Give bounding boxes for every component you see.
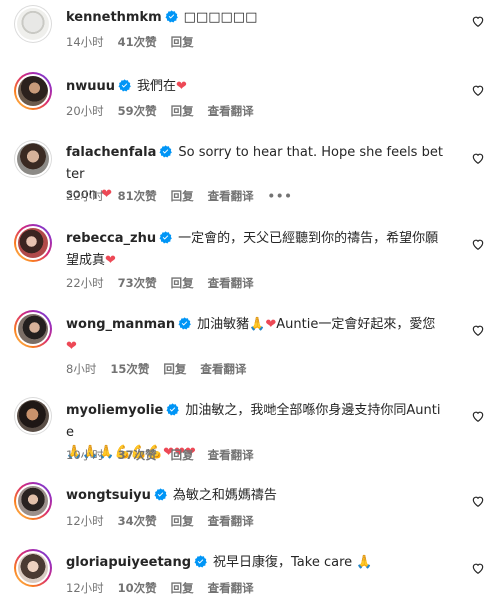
comment-time: 22小时 [66,189,104,203]
heart-outline-icon[interactable] [471,494,485,508]
heart-outline-icon[interactable] [471,151,485,165]
reply-button[interactable]: 回复 [163,362,186,376]
comment-time: 12小时 [66,581,104,595]
reply-button[interactable]: 回复 [171,104,194,118]
avatar-image [18,76,48,106]
heart-outline-icon[interactable] [471,83,485,97]
avatar-image [17,8,49,40]
reply-button[interactable]: 回复 [171,581,194,595]
avatar[interactable] [14,5,52,43]
pray-emoji: 🙏 [356,555,373,570]
mending-heart-emoji: ❤ [265,317,277,332]
comment-text-continued: 望成真 [66,253,106,268]
comment-time: 22小时 [66,276,104,290]
comment-time: 14小时 [66,35,104,49]
comment-username[interactable]: wong_manman [66,317,175,332]
comment-username[interactable]: falachenfala [66,145,156,160]
see-translation-button[interactable]: 查看翻译 [208,448,254,462]
verified-badge-icon [166,403,180,423]
avatar-image [17,143,49,175]
reply-button[interactable]: 回复 [171,35,194,49]
avatar-image [18,553,48,583]
see-translation-button[interactable]: 查看翻译 [208,189,254,203]
heart-outline-icon[interactable] [471,561,485,575]
comment-likes[interactable]: 15次赞 [110,362,149,376]
comment-username[interactable]: rebecca_zhu [66,231,156,246]
comment-time: 8小时 [66,362,97,376]
avatar[interactable] [14,549,52,587]
avatar[interactable] [14,397,52,435]
avatar-image [18,486,48,516]
comment-text: 祝早日康復，Take care [213,555,353,570]
see-translation-button[interactable]: 查看翻译 [208,276,254,290]
comment-text-part-b: Auntie一定會好起來，愛您 [276,317,436,332]
reply-button[interactable]: 回复 [171,189,194,203]
comment-time: 12小时 [66,514,104,528]
avatar[interactable] [14,72,52,110]
comment-list: kennethmkm □□□□□□ 14小时 41次赞 回复 nwuuu 我們在❤ 20… [0,0,496,615]
verified-badge-icon [154,488,167,508]
comment-likes[interactable]: 81次赞 [118,189,157,203]
see-translation-button[interactable]: 查看翻译 [208,514,254,528]
verified-badge-icon [194,555,207,575]
reply-button[interactable]: 回复 [171,448,194,462]
verified-badge-icon [159,145,173,165]
heart-outline-icon[interactable] [471,237,485,251]
comment-username[interactable]: kennethmkm [66,10,162,25]
comment-text: 為敏之和媽媽禱告 [172,488,277,503]
verified-badge-icon [118,79,131,99]
see-translation-button[interactable]: 查看翻译 [208,104,254,118]
avatar[interactable] [14,140,52,178]
red-heart-emoji: ❤ [105,253,116,268]
comment-likes[interactable]: 37次赞 [118,448,157,462]
comment-text: 加油敏豬 [197,317,250,332]
comment-likes[interactable]: 73次赞 [118,276,157,290]
avatar-image [18,314,48,344]
reply-button[interactable]: 回复 [171,276,194,290]
comment-text: □□□□□□ [183,10,258,25]
avatar-image [17,400,49,432]
verified-badge-icon [178,317,191,337]
comment-text: 一定會的，天父已經聽到你的禱告，希望你願 [178,231,439,246]
heart-outline-icon[interactable] [471,323,485,337]
reply-button[interactable]: 回复 [171,514,194,528]
comment-time: 20小时 [66,104,104,118]
heart-outline-icon[interactable] [471,14,485,28]
verified-badge-icon [159,231,172,251]
avatar[interactable] [14,224,52,262]
avatar[interactable] [14,310,52,348]
comment-likes[interactable]: 59次赞 [118,104,157,118]
see-translation-button[interactable]: 查看翻译 [208,581,254,595]
heart-outline-icon[interactable] [471,409,485,423]
avatar-image [18,228,48,258]
red-heart-emoji: ❤ [66,339,77,354]
more-options-button[interactable]: ••• [268,189,293,203]
comment-likes[interactable]: 41次赞 [118,35,157,49]
pray-emoji: 🙏 [249,317,266,332]
see-translation-button[interactable]: 查看翻译 [200,362,246,376]
comment-likes[interactable]: 10次赞 [118,581,157,595]
comment-username[interactable]: myoliemyolie [66,403,163,418]
comment-username[interactable]: wongtsuiyu [66,488,151,503]
avatar[interactable] [14,482,52,520]
comment-time: 10小时 [66,448,104,462]
red-heart-emoji: ❤ [176,79,187,94]
comment-username[interactable]: nwuuu [66,79,115,94]
comment-username[interactable]: gloriapuiyeetang [66,555,191,570]
comment-likes[interactable]: 34次赞 [118,514,157,528]
verified-badge-icon [165,10,178,30]
comment-text: 我們在 [137,79,177,94]
